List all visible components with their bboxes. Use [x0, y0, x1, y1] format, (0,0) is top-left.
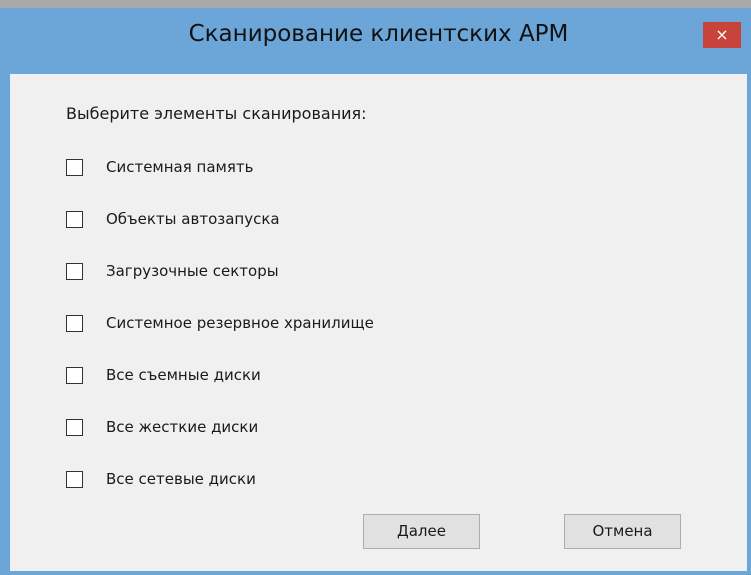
option-label: Все сетевые диски: [106, 470, 256, 488]
window-right-border: [747, 8, 751, 575]
checkbox-network-drives[interactable]: [66, 471, 83, 488]
dialog-content: Выберите элементы сканирования: Системна…: [10, 74, 747, 571]
scan-options-list: Системная память Объекты автозапуска Заг…: [66, 156, 374, 520]
checkbox-system-memory[interactable]: [66, 159, 83, 176]
checkbox-autorun-objects[interactable]: [66, 211, 83, 228]
option-autorun-objects[interactable]: Объекты автозапуска: [66, 208, 374, 260]
cancel-button[interactable]: Отмена: [564, 514, 681, 549]
checkbox-system-backup-storage[interactable]: [66, 315, 83, 332]
checkbox-boot-sectors[interactable]: [66, 263, 83, 280]
option-system-memory[interactable]: Системная память: [66, 156, 374, 208]
screen: Сканирование клиентских АРМ × Выберите э…: [0, 0, 751, 575]
window-bottom-border: [0, 571, 751, 575]
close-icon: ×: [715, 25, 729, 44]
option-label: Объекты автозапуска: [106, 210, 280, 228]
checkbox-hard-drives[interactable]: [66, 419, 83, 436]
option-hard-drives[interactable]: Все жесткие диски: [66, 416, 374, 468]
window-title: Сканирование клиентских АРМ: [188, 21, 569, 47]
option-removable-drives[interactable]: Все съемные диски: [66, 364, 374, 416]
option-label: Системное резервное хранилище: [106, 314, 374, 332]
option-label: Загрузочные секторы: [106, 262, 279, 280]
close-button[interactable]: ×: [703, 22, 741, 48]
option-label: Системная память: [106, 158, 254, 176]
next-button[interactable]: Далее: [363, 514, 480, 549]
option-boot-sectors[interactable]: Загрузочные секторы: [66, 260, 374, 312]
checkbox-removable-drives[interactable]: [66, 367, 83, 384]
top-strip: [0, 0, 751, 8]
option-system-backup-storage[interactable]: Системное резервное хранилище: [66, 312, 374, 364]
title-bar[interactable]: Сканирование клиентских АРМ ×: [10, 8, 747, 74]
scan-items-prompt: Выберите элементы сканирования:: [66, 104, 367, 123]
option-network-drives[interactable]: Все сетевые диски: [66, 468, 374, 520]
window-left-border: [0, 8, 10, 575]
option-label: Все жесткие диски: [106, 418, 259, 436]
option-label: Все съемные диски: [106, 366, 261, 384]
